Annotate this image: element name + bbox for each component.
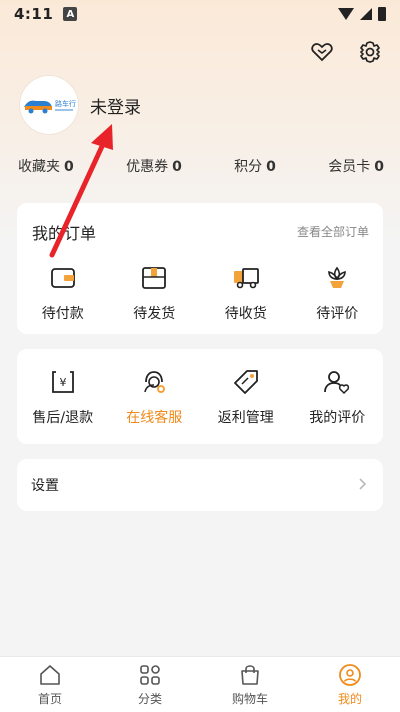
tag-icon <box>231 367 261 397</box>
settings-label: 设置 <box>31 478 59 494</box>
order-pending-receipt[interactable]: 待收货 <box>200 263 292 323</box>
svg-text:路车行: 路车行 <box>55 99 76 108</box>
bottom-tab-bar: 首页 分类 购物车 我的 <box>0 656 400 712</box>
service-online-support[interactable]: 在线客服 <box>109 367 201 427</box>
truck-icon <box>231 263 261 293</box>
svg-text:¥: ¥ <box>59 376 66 389</box>
avatar[interactable]: 路车行 <box>20 76 78 134</box>
status-bar: 4:11 A <box>0 0 400 28</box>
gear-icon[interactable] <box>356 38 384 66</box>
tab-cart[interactable]: 购物车 <box>200 657 300 712</box>
orders-title: 我的订单 <box>32 224 97 243</box>
services-card: ¥ 售后/退款 在线客服 返利管理 我的评价 <box>17 349 383 444</box>
tab-profile[interactable]: 我的 <box>300 657 400 712</box>
stat-member-card[interactable]: 会员卡 0 <box>328 156 384 176</box>
signal-icon <box>360 8 372 20</box>
stat-favorites[interactable]: 收藏夹 0 <box>18 156 74 176</box>
order-pending-review[interactable]: 待评价 <box>292 263 384 323</box>
order-pending-payment[interactable]: 待付款 <box>17 263 109 323</box>
user-heart-icon <box>322 367 352 397</box>
profile-icon <box>338 663 362 687</box>
refund-icon: ¥ <box>48 367 78 397</box>
chevron-right-icon <box>357 476 369 495</box>
view-all-orders-link[interactable]: 查看全部订单 <box>297 223 369 240</box>
notification-badge: A <box>63 7 78 21</box>
category-icon <box>138 663 162 687</box>
wallet-icon <box>48 263 78 293</box>
profile-section[interactable]: 路车行 未登录 <box>20 76 141 134</box>
wifi-icon <box>338 8 354 20</box>
brand-logo: 路车行 <box>24 99 76 114</box>
service-my-reviews[interactable]: 我的评价 <box>292 367 384 427</box>
battery-icon <box>378 7 386 21</box>
login-status-text[interactable]: 未登录 <box>90 93 141 118</box>
tab-category[interactable]: 分类 <box>100 657 200 712</box>
service-rebate-management[interactable]: 返利管理 <box>200 367 292 427</box>
favorite-heart-icon[interactable] <box>308 38 336 66</box>
clock: 4:11 <box>14 5 54 23</box>
home-icon <box>38 663 62 687</box>
support-icon <box>139 367 169 397</box>
tab-home[interactable]: 首页 <box>0 657 100 712</box>
flower-icon <box>322 263 352 293</box>
order-pending-shipment[interactable]: 待发货 <box>109 263 201 323</box>
cart-icon <box>238 663 262 687</box>
stat-coupons[interactable]: 优惠券 0 <box>126 156 182 176</box>
package-icon <box>139 263 169 293</box>
stat-points[interactable]: 积分 0 <box>234 156 276 176</box>
service-refund[interactable]: ¥ 售后/退款 <box>17 367 109 427</box>
settings-row[interactable]: 设置 <box>17 459 383 511</box>
stats-row: 收藏夹 0 优惠券 0 积分 0 会员卡 0 <box>0 156 400 176</box>
orders-card: 我的订单 查看全部订单 待付款 待发货 待收货 待评价 <box>17 203 383 334</box>
